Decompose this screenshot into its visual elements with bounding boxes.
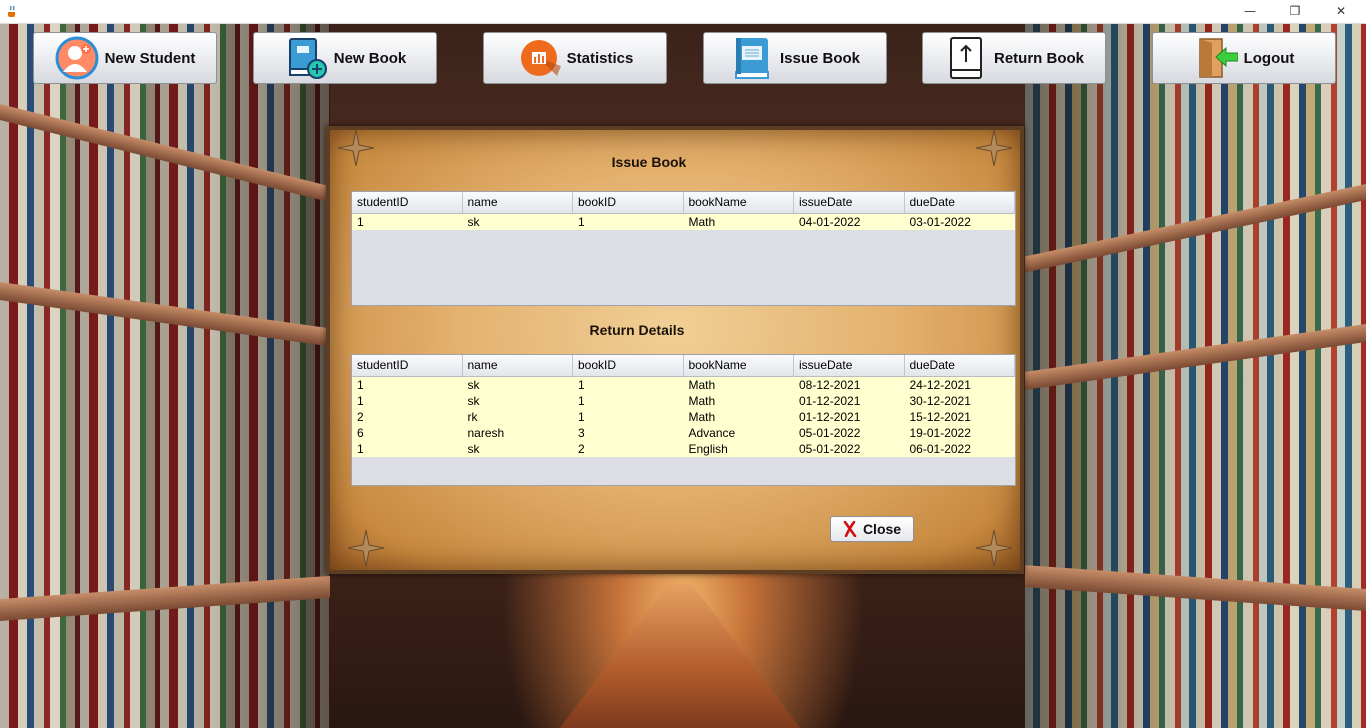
cell-book-id: 2	[578, 442, 585, 456]
return-book-label: Return Book	[994, 49, 1084, 67]
return-details-table[interactable]: studentID name bookID bookName issueDate…	[351, 354, 1016, 486]
column-header[interactable]: issueDate	[794, 192, 905, 213]
red-x-icon	[843, 521, 857, 537]
cell-book-name: English	[688, 442, 728, 456]
table-row[interactable]: 2 rk 1 Math 01-12-2021 15-12-2021	[352, 409, 1015, 425]
cell-book-id: 1	[578, 410, 585, 424]
cell-student-id: 1	[357, 378, 364, 392]
close-window-button[interactable]: ✕	[1318, 0, 1364, 23]
column-header[interactable]: name	[463, 355, 573, 376]
issue-return-panel: Issue Book studentID name bookID bookNam…	[326, 126, 1024, 574]
star-ornament-icon	[975, 529, 1013, 567]
cell-name: sk	[467, 215, 480, 229]
close-label: Close	[862, 521, 902, 537]
cell-due-date: 06-01-2022	[909, 442, 971, 456]
statistics-label: Statistics	[566, 49, 634, 67]
column-header[interactable]: name	[463, 192, 573, 213]
cell-issue-date: 05-01-2022	[799, 426, 861, 440]
column-header[interactable]: studentID	[352, 192, 463, 213]
cell-book-id: 3	[578, 426, 585, 440]
minimize-button[interactable]: —	[1227, 0, 1273, 23]
table-row[interactable]: 1 sk 1 Math 04-01-2022 03-01-2022	[352, 214, 1015, 230]
table-row[interactable]: 1 sk 2 English 05-01-2022 06-01-2022	[352, 441, 1015, 457]
cell-issue-date: 01-12-2021	[799, 394, 861, 408]
new-book-button[interactable]: New Book	[253, 32, 437, 84]
column-header[interactable]: dueDate	[905, 192, 1015, 213]
cell-student-id: 6	[357, 426, 364, 440]
issue-book-button[interactable]: Issue Book	[703, 32, 887, 84]
return-details-heading: Return Details	[589, 322, 685, 338]
cell-issue-date: 08-12-2021	[799, 378, 861, 392]
cell-issue-date: 01-12-2021	[799, 410, 861, 424]
column-header[interactable]: issueDate	[794, 355, 905, 376]
column-header[interactable]: bookID	[573, 355, 684, 376]
cell-student-id: 1	[357, 394, 364, 408]
cell-name: naresh	[467, 426, 505, 440]
logout-button[interactable]: Logout	[1152, 32, 1336, 84]
cell-name: sk	[467, 394, 480, 408]
issue-book-label: Issue Book	[779, 49, 861, 67]
bar-chart-icon	[517, 36, 561, 80]
cell-book-name: Math	[688, 378, 716, 392]
student-avatar-add-icon	[55, 36, 99, 80]
new-student-label: New Student	[104, 49, 196, 67]
book-return-arrow-icon	[944, 36, 988, 80]
cell-name: sk	[467, 442, 480, 456]
cell-book-id: 1	[578, 215, 585, 229]
cell-book-name: Math	[688, 410, 716, 424]
cell-book-id: 1	[578, 394, 585, 408]
issue-book-table[interactable]: studentID name bookID bookName issueDate…	[351, 191, 1016, 306]
door-exit-arrow-icon	[1194, 36, 1238, 80]
java-coffee-icon	[8, 5, 15, 17]
cell-student-id: 1	[357, 215, 364, 229]
table-row[interactable]: 6 naresh 3 Advance 05-01-2022 19-01-2022	[352, 425, 1015, 441]
cell-book-name: Math	[688, 215, 716, 229]
cell-book-name: Math	[688, 394, 716, 408]
cell-book-id: 1	[578, 378, 585, 392]
cell-due-date: 15-12-2021	[909, 410, 971, 424]
column-header[interactable]: dueDate	[905, 355, 1015, 376]
maximize-button[interactable]: ❐	[1272, 0, 1318, 23]
column-header[interactable]: bookName	[684, 355, 794, 376]
table-header: studentID name bookID bookName issueDate…	[352, 192, 1015, 214]
cell-book-name: Advance	[688, 426, 736, 440]
cell-name: sk	[467, 378, 480, 392]
book-add-icon	[284, 36, 328, 80]
window-titlebar: — ❐ ✕	[0, 0, 1366, 24]
cell-student-id: 1	[357, 442, 364, 456]
close-button[interactable]: Close	[830, 516, 914, 542]
cell-due-date: 30-12-2021	[909, 394, 971, 408]
cell-student-id: 2	[357, 410, 364, 424]
cell-name: rk	[467, 410, 478, 424]
cell-issue-date: 04-01-2022	[799, 215, 861, 229]
logout-label: Logout	[1243, 49, 1295, 67]
column-header[interactable]: bookName	[684, 192, 794, 213]
cell-due-date: 03-01-2022	[909, 215, 971, 229]
table-row[interactable]: 1 sk 1 Math 01-12-2021 30-12-2021	[352, 393, 1015, 409]
new-student-button[interactable]: New Student	[33, 32, 217, 84]
aisle-floor	[560, 584, 800, 728]
return-book-button[interactable]: Return Book	[922, 32, 1106, 84]
column-header[interactable]: bookID	[573, 192, 684, 213]
table-header: studentID name bookID bookName issueDate…	[352, 355, 1015, 377]
cell-due-date: 19-01-2022	[909, 426, 971, 440]
statistics-button[interactable]: Statistics	[483, 32, 667, 84]
cell-due-date: 24-12-2021	[909, 378, 971, 392]
star-ornament-icon	[347, 529, 385, 567]
new-book-label: New Book	[333, 49, 407, 67]
cell-issue-date: 05-01-2022	[799, 442, 861, 456]
column-header[interactable]: studentID	[352, 355, 463, 376]
issue-book-heading: Issue Book	[611, 154, 687, 170]
blue-book-icon	[730, 36, 774, 80]
table-row[interactable]: 1 sk 1 Math 08-12-2021 24-12-2021	[352, 377, 1015, 393]
